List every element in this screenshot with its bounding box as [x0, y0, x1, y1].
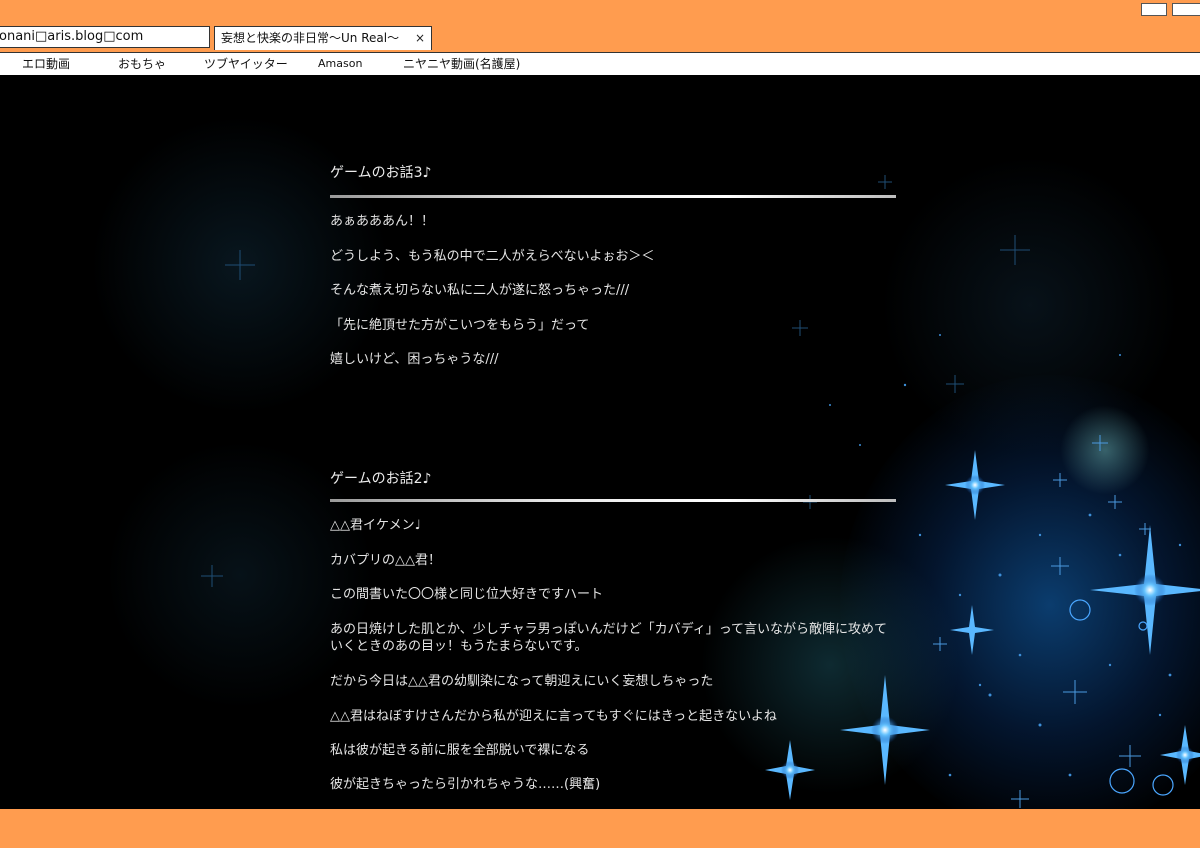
post-line: △△君はねぼすけさんだから私が迎えに言ってもすぐにはきっと起きないよね	[330, 709, 777, 724]
bookmark-tsubuyaitter[interactable]: ツブヤイッター	[204, 53, 288, 75]
maximize-button[interactable]	[1172, 3, 1200, 16]
title-divider	[330, 499, 896, 502]
post-line: 私は彼が起きる前に服を全部脱いで裸になる	[330, 743, 590, 758]
browser-bottom-frame	[0, 809, 1200, 848]
post-line: 彼が起きちゃったら引かれちゃうな……(興奮)	[330, 777, 601, 792]
bookmark-ero-douga[interactable]: エロ動画	[22, 53, 70, 75]
post-line: この間書いた〇〇様と同じ位大好きですハート	[330, 587, 604, 602]
post-title[interactable]: ゲームのお話2♪	[330, 468, 431, 488]
post-line: そんな煮え切らない私に二人が遂に怒っちゃった///	[330, 283, 630, 298]
post-line: 嬉しいけど、困っちゃうな///	[330, 352, 499, 367]
post-line: あぁあああん！！	[330, 214, 435, 229]
post-line: あの日焼けした肌とか、少しチャラ男っぽいんだけど「カバディ」って言いながら敵陣に…	[330, 622, 888, 654]
post-line: カバプリの△△君！	[330, 553, 441, 568]
tab-active[interactable]: 妄想と快楽の非日常〜Un Real〜 ×	[214, 26, 432, 50]
minimize-button[interactable]	[1141, 3, 1167, 16]
post-line: 「先に絶頂せた方がこいつをもらう」だって	[330, 318, 590, 333]
post-line: だから今日は△△君の幼馴染になって朝迎えにいく妄想しちゃった	[330, 674, 714, 689]
browser-chrome: onani□aris.blog□com 妄想と快楽の非日常〜Un Real〜 ×	[0, 0, 1200, 52]
tab-close-icon[interactable]: ×	[415, 27, 425, 49]
tab-title: 妄想と快楽の非日常〜Un Real〜	[221, 31, 400, 45]
address-text: onani□aris.blog□com	[0, 29, 144, 44]
post-line: どうしよう、もう私の中で二人がえらべないよぉお＞＜	[330, 249, 655, 264]
bookmark-omocha[interactable]: おもちゃ	[118, 53, 166, 75]
page-viewport: ゲームのお話3♪ あぁあああん！！ どうしよう、もう私の中で二人がえらべないよぉ…	[0, 75, 1200, 809]
address-bar[interactable]: onani□aris.blog□com	[0, 26, 210, 48]
sparkle-decoration	[201, 175, 1200, 808]
bookmark-niyaniya-douga[interactable]: ニヤニヤ動画(名護屋)	[403, 53, 520, 75]
post-line: △△君イケメン♩	[330, 518, 421, 533]
title-divider	[330, 195, 896, 198]
bookmark-amason[interactable]: Amason	[318, 53, 362, 75]
post-title[interactable]: ゲームのお話3♪	[330, 162, 431, 182]
bookmarks-bar: エロ動画 おもちゃ ツブヤイッター Amason ニヤニヤ動画(名護屋)	[0, 52, 1200, 75]
